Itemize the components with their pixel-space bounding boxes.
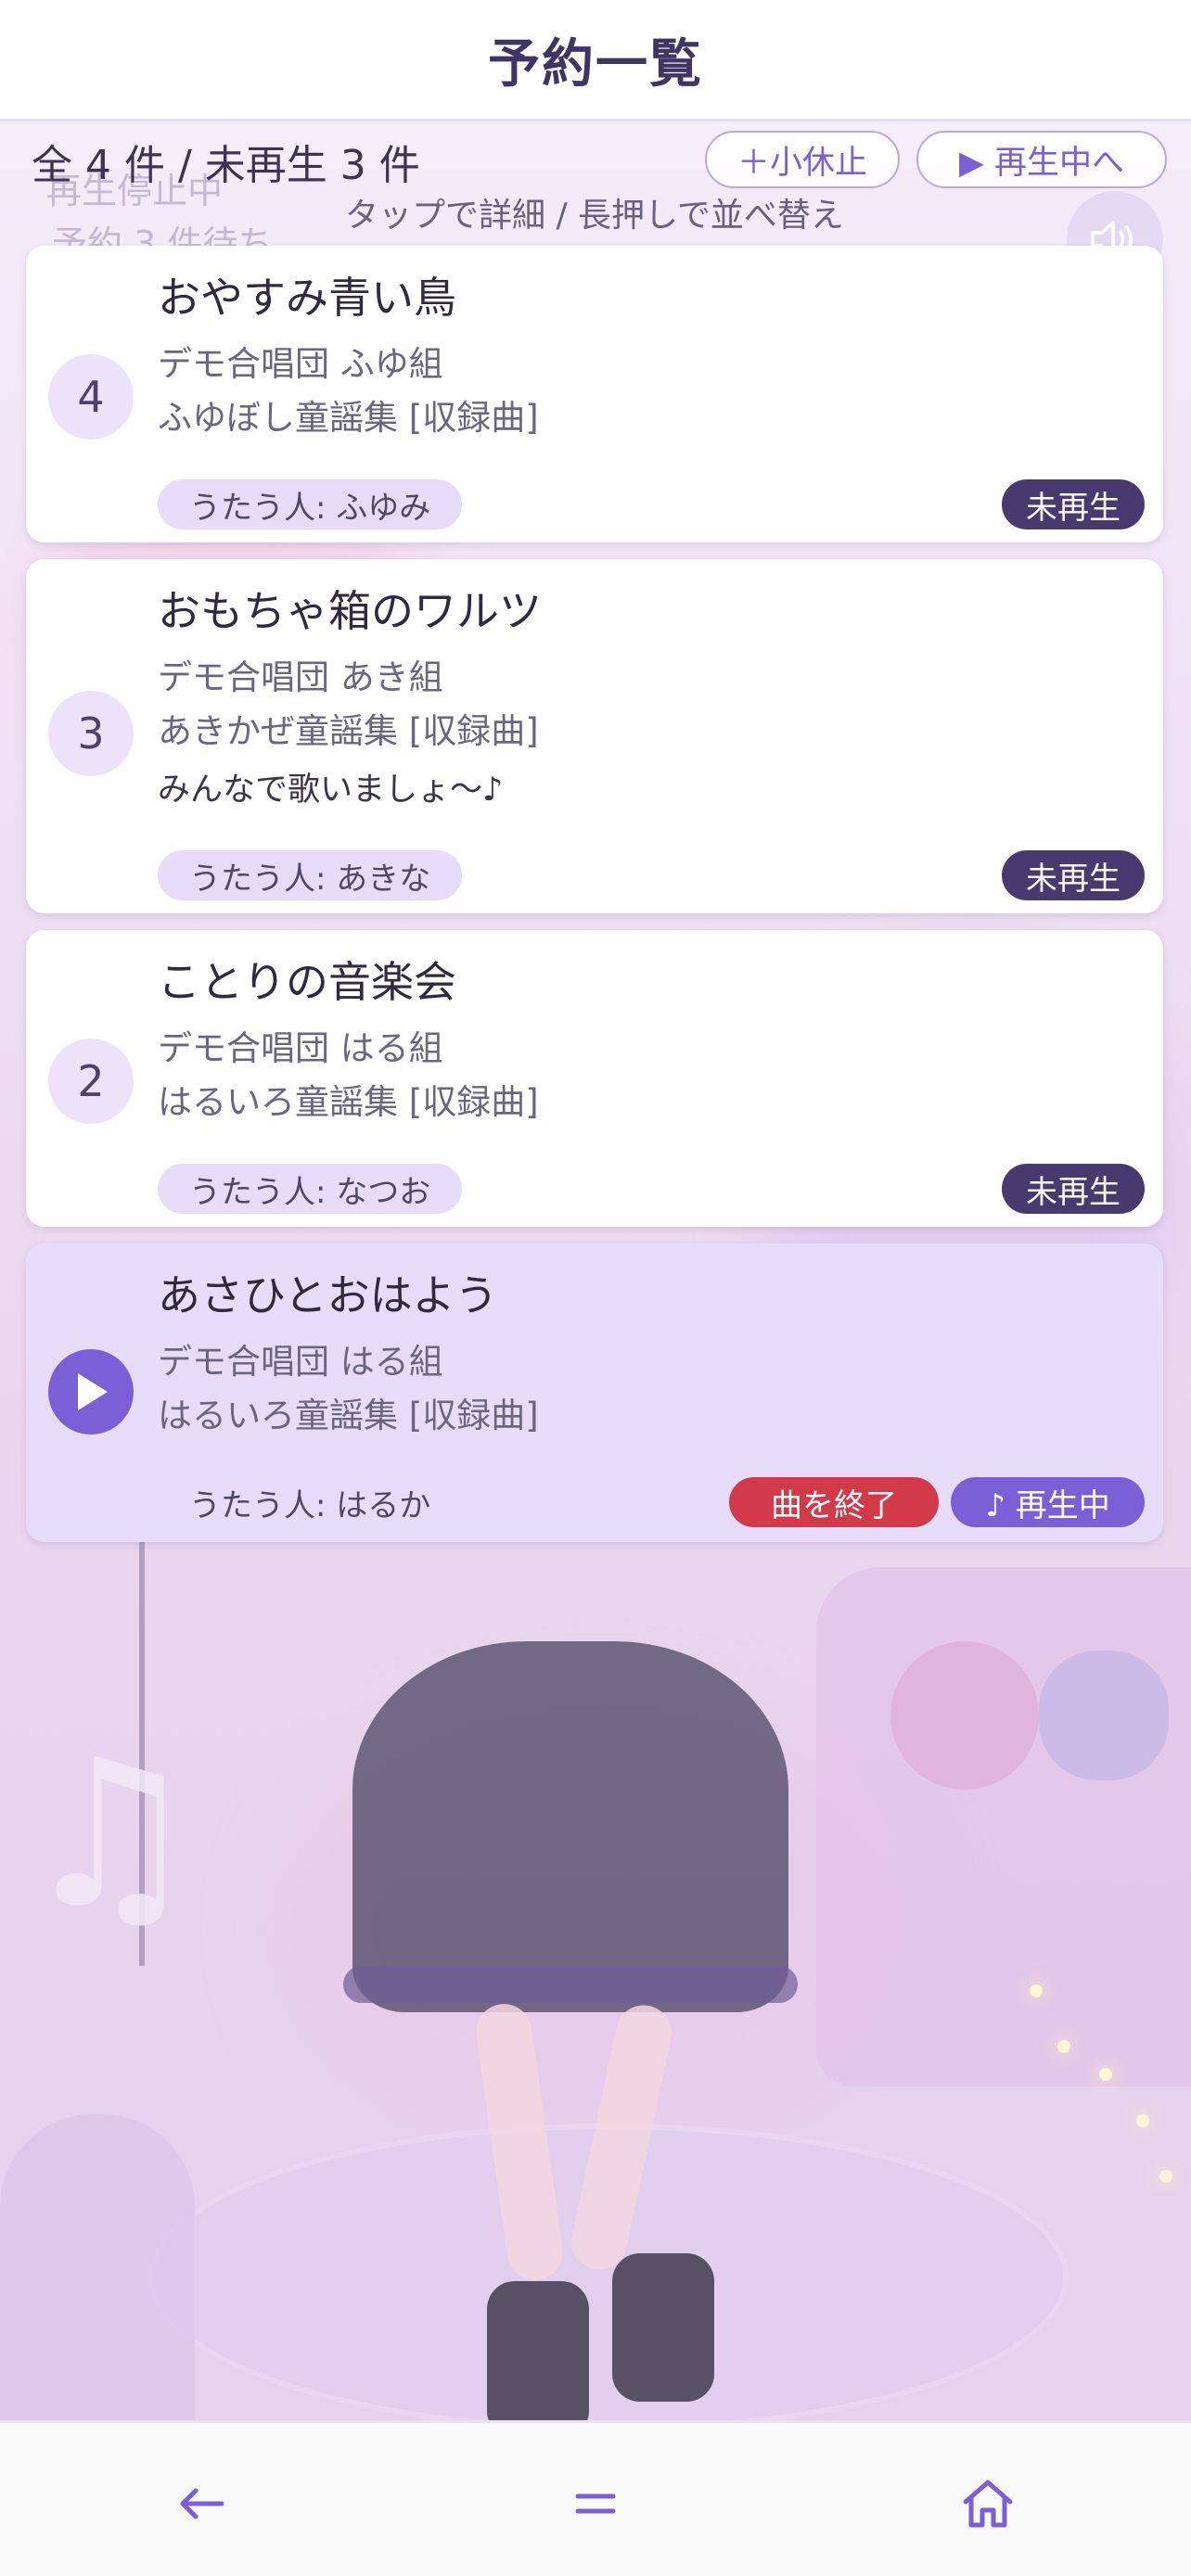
queue-number-badge: 3 [48, 691, 134, 776]
song-title: おやすみ青い鳥 [158, 273, 456, 323]
character-boot-illustration [487, 2281, 589, 2420]
home-button[interactable] [946, 2462, 1030, 2545]
song-title: ことりの音楽会 [158, 957, 456, 1007]
usage-hint: タップで詳細 / 長押しで並べ替え [345, 197, 844, 235]
table-illustration [0, 2114, 195, 2420]
cushion-illustration [890, 1641, 1039, 1790]
queue-item[interactable]: 2 ことりの音楽会 デモ合唱団 はる組 はるいろ童謡集 [収録曲] うたう人: … [26, 930, 1163, 1227]
queue-item-playing[interactable]: あさひとおはよう デモ合唱団 はる組 はるいろ童謡集 [収録曲] うたう人: は… [26, 1243, 1163, 1542]
string-light [1030, 1984, 1043, 1997]
singer-tag: うたう人: はるか [189, 1486, 431, 1524]
character-skirt-illustration [352, 1641, 788, 2012]
queue-number-badge: 4 [48, 354, 134, 440]
string-light [1159, 2170, 1172, 2183]
song-group: デモ合唱団 あき組 [158, 657, 443, 697]
end-song-button[interactable]: 曲を終了 [729, 1477, 939, 1527]
queue-number-badge: 2 [48, 1039, 134, 1124]
song-title: おもちゃ箱のワルツ [158, 586, 542, 636]
song-group: デモ合唱団 はる組 [158, 1028, 443, 1068]
queue-count-summary: 全 4 件 / 未再生 3 件 [32, 142, 420, 189]
song-album: はるいろ童謡集 [収録曲] [158, 1082, 539, 1122]
add-break-button[interactable]: ＋小休止 [705, 131, 900, 188]
app-header: 予約一覧 [0, 0, 1191, 121]
singer-tag: うたう人: あきな [158, 850, 463, 900]
song-comment: みんなで歌いましょ〜♪ [158, 772, 504, 809]
back-button[interactable] [160, 2462, 243, 2545]
page-title: 予約一覧 [488, 33, 703, 95]
queue-item[interactable]: 4 おやすみ青い鳥 デモ合唱団 ふゆ組 ふゆぼし童謡集 [収録曲] うたう人: … [26, 246, 1163, 542]
singer-tag: うたう人: なつお [158, 1164, 463, 1214]
song-group: デモ合唱団 ふゆ組 [158, 344, 443, 384]
sofa-illustration [816, 1567, 1191, 2086]
character-skirt-hem-illustration [343, 1966, 798, 2003]
string-light [1099, 2068, 1112, 2081]
song-album: はるいろ童謡集 [収録曲] [158, 1396, 539, 1435]
play-icon [78, 1373, 108, 1410]
music-note-decoration: ♫ [19, 1715, 202, 1953]
status-badge: 未再生 [1002, 479, 1145, 529]
character-boot-illustration [612, 2253, 714, 2402]
menu-button[interactable] [554, 2462, 637, 2545]
cushion-illustration [1039, 1651, 1169, 1780]
arrow-left-icon [180, 2488, 224, 2519]
home-icon [963, 2480, 1013, 2528]
play-button[interactable] [48, 1349, 134, 1435]
song-title: あさひとおはよう [158, 1270, 498, 1320]
singer-tag: うたう人: ふゆみ [158, 479, 463, 529]
go-to-playing-button[interactable]: ▶ 再生中へ [916, 131, 1167, 188]
menu-icon [575, 2493, 616, 2514]
song-group: デモ合唱団 はる組 [158, 1342, 443, 1382]
string-light [1057, 2040, 1070, 2053]
status-badge: 未再生 [1002, 850, 1145, 900]
string-light [1136, 2114, 1149, 2127]
now-playing-badge: ♪ 再生中 [951, 1477, 1145, 1527]
bottom-navigation [0, 2420, 1191, 2576]
song-album: ふゆぼし童謡集 [収録曲] [158, 398, 539, 438]
song-album: あきかぜ童謡集 [収録曲] [158, 711, 539, 751]
status-badge: 未再生 [1002, 1164, 1145, 1214]
queue-item[interactable]: 3 おもちゃ箱のワルツ デモ合唱団 あき組 あきかぜ童謡集 [収録曲] みんなで… [26, 559, 1163, 913]
